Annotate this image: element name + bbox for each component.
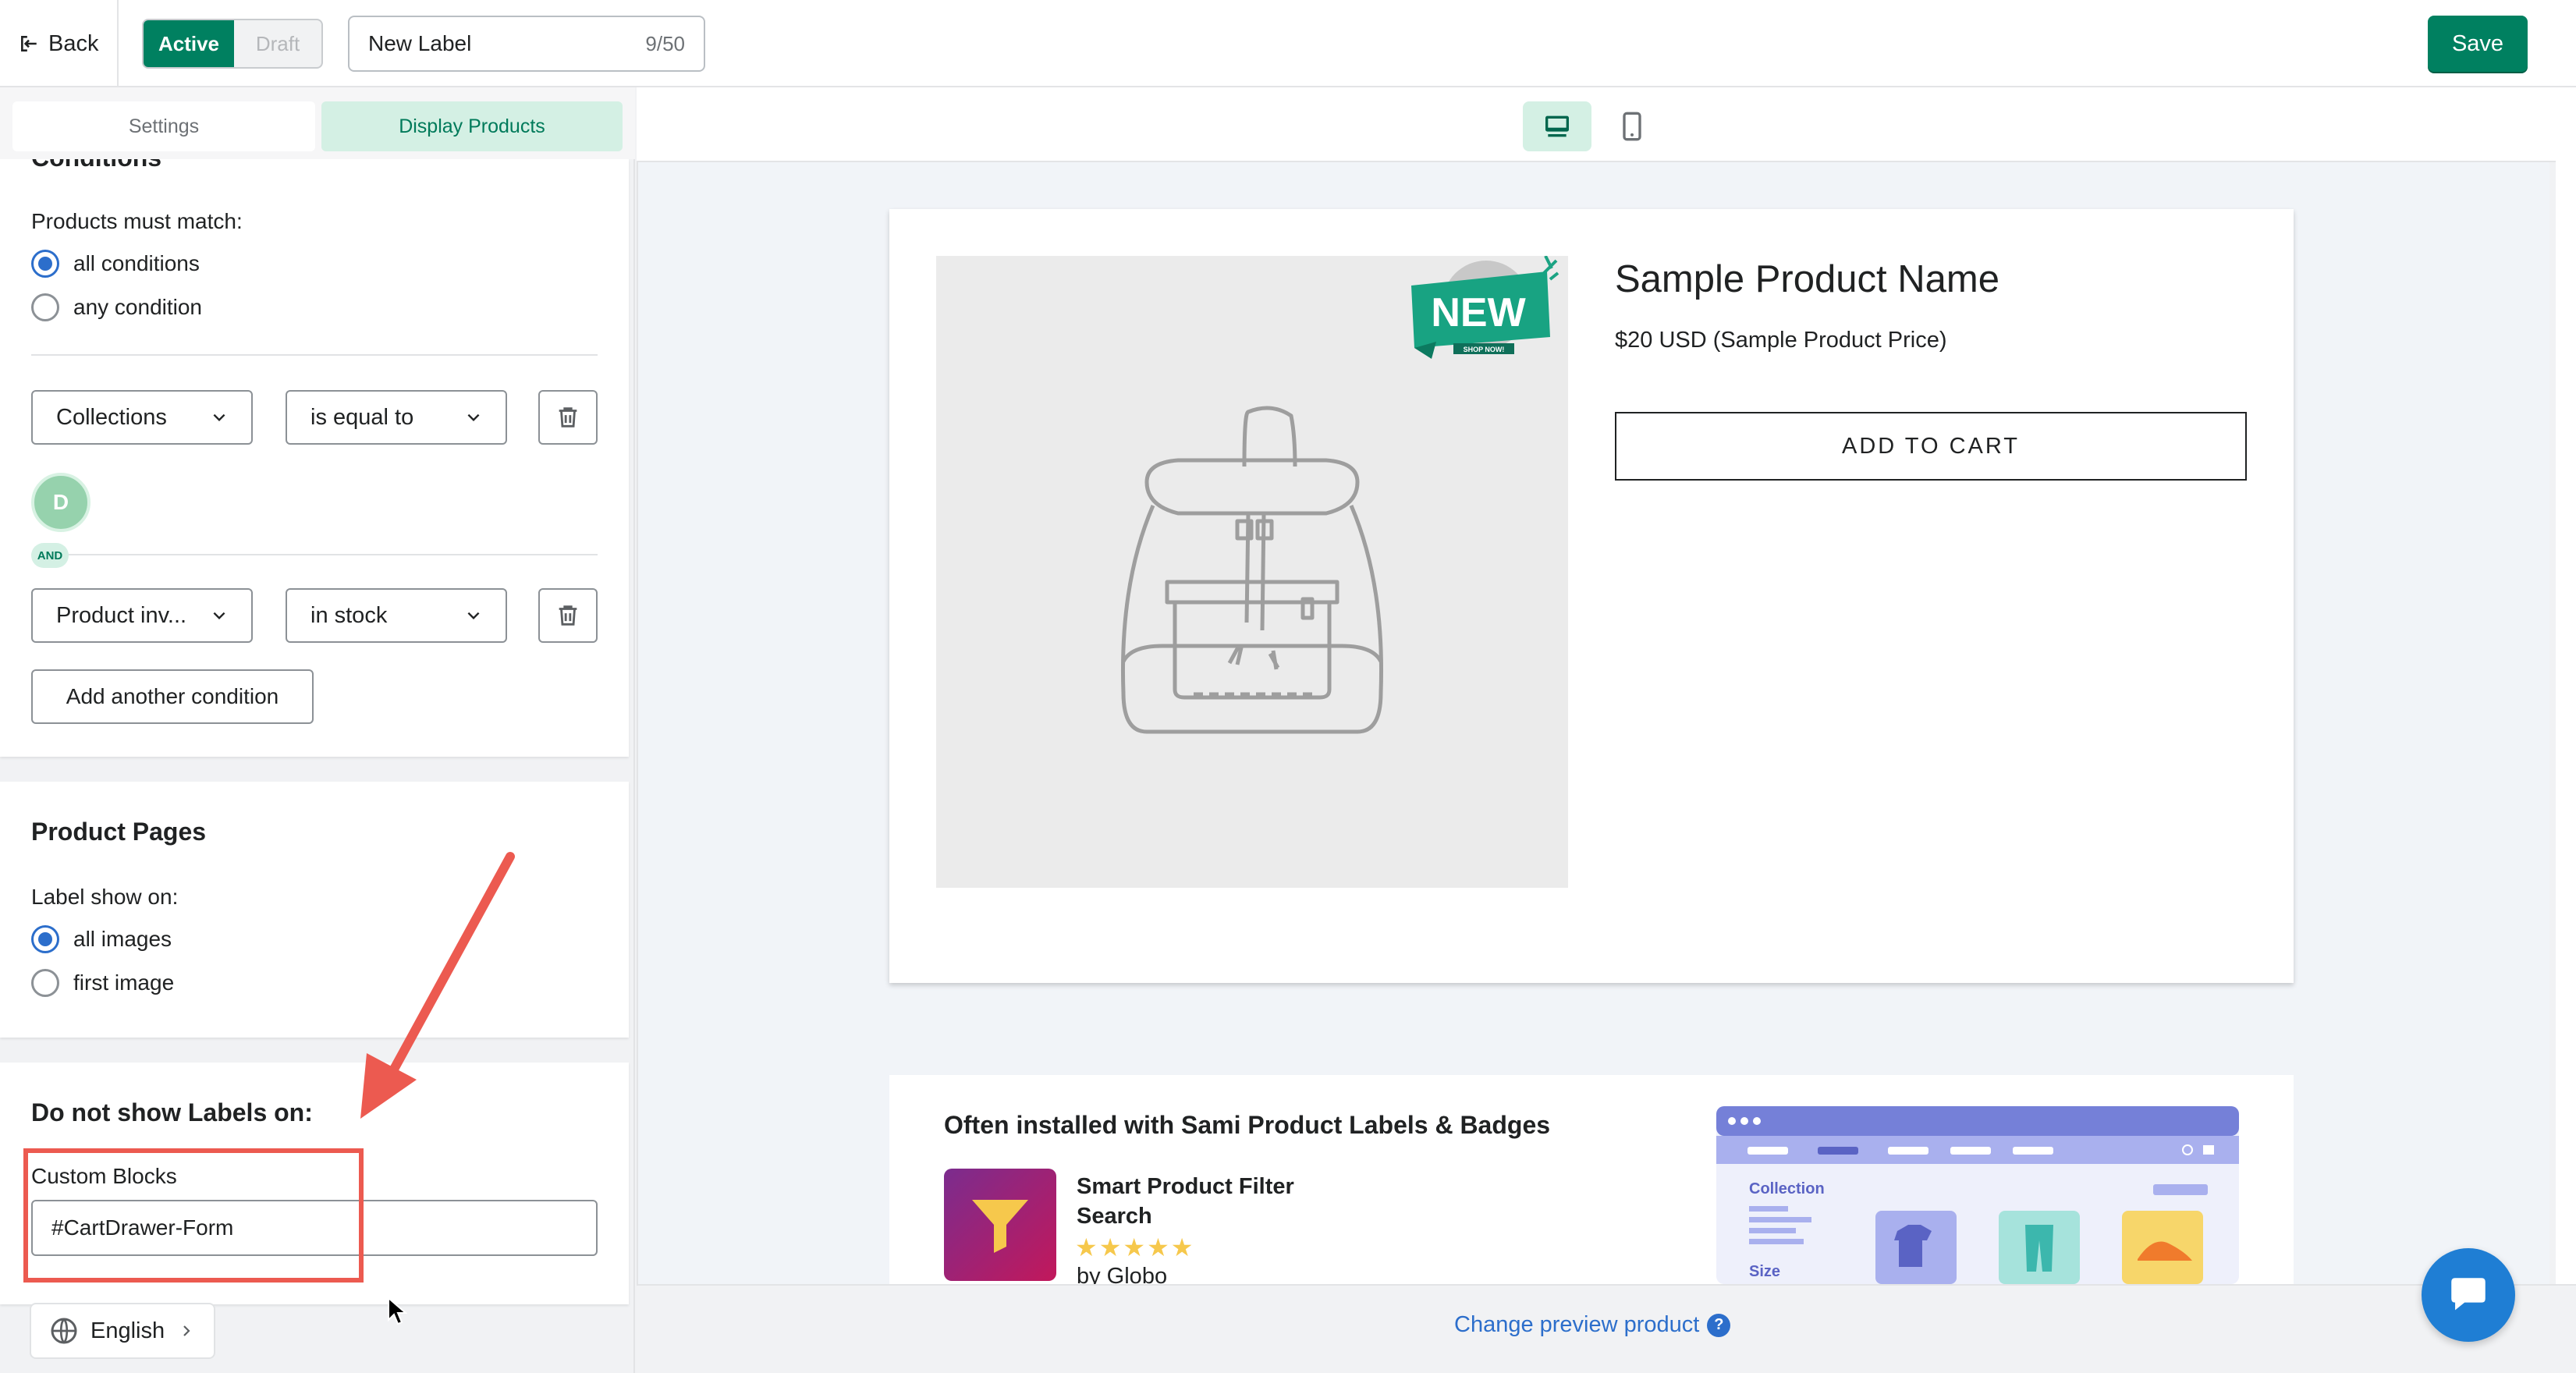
match-label: Products must match: <box>31 209 243 233</box>
add-to-cart-button[interactable]: ADD TO CART <box>1615 412 2247 481</box>
condition-operator-select[interactable]: in stock <box>286 588 507 643</box>
chat-button[interactable] <box>2422 1248 2515 1342</box>
collection-avatar[interactable]: D <box>31 473 90 532</box>
promo-title: Often installed with Sami Product Labels… <box>944 1111 1551 1139</box>
change-preview-link[interactable]: Change preview product ? <box>1454 1312 1731 1338</box>
mobile-icon <box>1623 112 1641 141</box>
and-badge: AND <box>31 543 69 568</box>
badge-subtext: SHOP NOW! <box>1464 346 1505 353</box>
product-pages-heading: Product Pages <box>31 818 207 846</box>
product-pages-card: Product Pages Label show on: all images … <box>0 782 629 1038</box>
label-name-value: New Label <box>368 31 472 55</box>
show-on-label: Label show on: <box>31 885 179 909</box>
match-option-all-label: all conditions <box>73 251 200 275</box>
tab-display-products[interactable]: Display Products <box>321 101 623 151</box>
annotation-arrow <box>360 852 515 1119</box>
chevron-down-icon <box>213 612 225 620</box>
chevron-down-icon <box>213 413 225 422</box>
back-label: Back <box>48 30 99 56</box>
exclusions-heading: Do not show Labels on: <box>31 1098 313 1126</box>
conditions-heading: Conditions <box>31 159 161 172</box>
chevron-down-icon <box>467 413 480 422</box>
match-option-all[interactable]: all conditions <box>31 250 200 278</box>
language-selector[interactable]: English <box>30 1303 215 1359</box>
delete-condition-button[interactable] <box>538 588 598 643</box>
condition-field-value: Product inv... <box>56 602 187 628</box>
show-on-all-images-label: all images <box>73 927 172 951</box>
change-preview-label: Change preview product <box>1454 1312 1700 1337</box>
status-active-option[interactable]: Active <box>144 20 234 67</box>
back-icon <box>21 36 37 51</box>
condition-field-value: Collections <box>56 404 167 430</box>
condition-field-select[interactable]: Product inv... <box>31 588 253 643</box>
radio-all-conditions[interactable] <box>31 250 59 278</box>
show-on-first-image-label: first image <box>73 970 175 995</box>
condition-operator-select[interactable]: is equal to <box>286 390 507 445</box>
help-icon[interactable]: ? <box>1707 1313 1731 1337</box>
promo-shot-collection: Collection <box>1749 1180 1825 1197</box>
product-image: NEW SHOP NOW! <box>936 256 1568 888</box>
product-name: Sample Product Name <box>1615 258 1999 300</box>
back-button[interactable]: Back <box>19 23 98 64</box>
language-label: English <box>90 1318 165 1343</box>
show-on-all-images[interactable]: all images <box>31 925 172 953</box>
divider <box>31 554 598 555</box>
tab-settings[interactable]: Settings <box>12 101 315 151</box>
status-draft-option[interactable]: Draft <box>234 20 321 67</box>
header-divider <box>117 0 119 87</box>
promo-shot-size: Size <box>1749 1263 1780 1280</box>
delete-condition-button[interactable] <box>538 390 598 445</box>
promo-app-name[interactable]: Smart Product Filter Search <box>1077 1172 1357 1231</box>
chat-icon <box>2451 1278 2486 1311</box>
trash-icon <box>559 605 577 626</box>
product-price: $20 USD (Sample Product Price) <box>1615 328 1947 353</box>
badge-text: NEW <box>1431 290 1526 335</box>
label-name-input[interactable]: New Label 9/50 <box>348 16 705 72</box>
right-edge <box>2556 87 2576 1373</box>
match-option-any[interactable]: any condition <box>31 293 202 321</box>
desktop-preview-button[interactable] <box>1523 101 1591 151</box>
chevron-down-icon <box>467 612 480 620</box>
trash-icon <box>559 407 577 428</box>
divider <box>31 354 598 356</box>
save-button[interactable]: Save <box>2428 16 2528 72</box>
device-toolbar <box>637 87 2556 162</box>
condition-operator-value: is equal to <box>310 404 414 430</box>
promo-rating-stars: ★★★★★ <box>1075 1233 1195 1261</box>
radio-all-images[interactable] <box>31 925 59 953</box>
chevron-right-icon <box>183 1325 190 1336</box>
desktop-icon <box>1545 115 1569 137</box>
promo-app-logo[interactable] <box>944 1169 1056 1281</box>
radio-first-image[interactable] <box>31 969 59 997</box>
condition-operator-value: in stock <box>310 602 388 628</box>
label-name-count: 9/50 <box>645 31 685 55</box>
status-toggle[interactable]: Active Draft <box>142 19 323 69</box>
funnel-icon <box>972 1200 1028 1253</box>
mouse-cursor-icon <box>388 1297 407 1325</box>
annotation-highlight-box <box>23 1148 364 1283</box>
condition-field-select[interactable]: Collections <box>31 390 253 445</box>
promo-screenshot: Collection Size <box>1716 1106 2239 1284</box>
mobile-preview-button[interactable] <box>1598 101 1666 151</box>
show-on-first-image[interactable]: first image <box>31 969 174 997</box>
radio-any-condition[interactable] <box>31 293 59 321</box>
new-badge-icon: NEW SHOP NOW! <box>1411 256 1559 359</box>
match-option-any-label: any condition <box>73 295 203 319</box>
conditions-card: Conditions Products must match: all cond… <box>0 159 629 757</box>
add-condition-button[interactable]: Add another condition <box>31 669 314 724</box>
globe-icon <box>51 1318 77 1344</box>
